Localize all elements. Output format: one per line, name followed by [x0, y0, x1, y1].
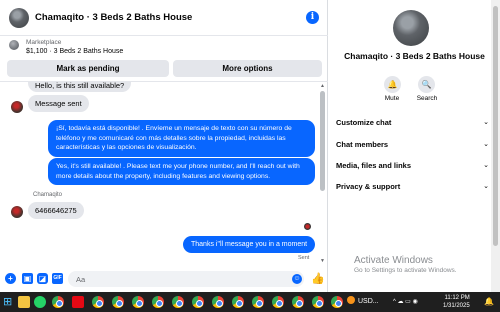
notification-bell-icon[interactable]: 🔔 — [484, 297, 494, 306]
message-english: Yes, it's still available! . Please text… — [48, 158, 315, 185]
marketplace-banner: Marketplace $1,100 · 3 Beds 2 Baths Hous… — [0, 36, 328, 82]
chrome-icon[interactable] — [252, 296, 264, 308]
currency-icon — [347, 296, 355, 304]
message-input[interactable] — [68, 271, 304, 287]
section-privacy-support[interactable]: Privacy & support ⌄ — [336, 180, 489, 194]
scroll-up-icon[interactable]: ▲ — [320, 83, 325, 89]
avatar[interactable] — [393, 10, 429, 46]
chrome-icon[interactable] — [232, 296, 244, 308]
activate-windows-watermark: Activate Windows Go to Settings to activ… — [354, 255, 457, 274]
section-label: Chat members — [336, 140, 389, 149]
chat-header: Chamaqito · 3 Beds 2 Baths House i — [0, 0, 328, 36]
scroll-down-icon[interactable]: ▼ — [320, 258, 325, 264]
bell-icon[interactable]: 🔔 — [384, 76, 401, 93]
sender-name: Chamaqito — [33, 192, 63, 198]
listing-title[interactable]: $1,100 · 3 Beds 2 Baths House — [26, 48, 123, 55]
whatsapp-icon[interactable] — [34, 296, 46, 308]
chevron-down-icon: ⌄ — [483, 119, 489, 126]
page-scrollbar[interactable] — [491, 0, 500, 292]
message-list: Hello, is this still available? Message … — [0, 82, 328, 267]
avatar[interactable] — [9, 8, 29, 28]
messenger-window: Chamaqito · 3 Beds 2 Baths House i Marke… — [0, 0, 500, 292]
chrome-icon[interactable] — [52, 296, 64, 308]
composer: + ▣ ◪ GIF ☺ 👍 — [0, 267, 328, 292]
chat-title[interactable]: Chamaqito · 3 Beds 2 Baths House — [35, 12, 192, 23]
section-label: Customize chat — [336, 118, 392, 127]
stock-widget[interactable]: USD... — [347, 296, 379, 305]
netflix-icon[interactable] — [72, 296, 84, 308]
read-receipt-avatar — [304, 223, 311, 230]
chrome-icon[interactable] — [112, 296, 124, 308]
conversation-details: Chamaqito · 3 Beds 2 Baths House 🔔 🔍 Mut… — [329, 0, 500, 292]
chrome-icon[interactable] — [312, 296, 324, 308]
chrome-icon[interactable] — [292, 296, 304, 308]
thumbs-up-icon[interactable]: 👍 — [311, 272, 325, 285]
search-label[interactable]: Search — [407, 95, 447, 102]
message-hello: Hello, is this still available? — [28, 82, 132, 92]
emoji-icon[interactable]: ☺ — [292, 274, 302, 284]
chrome-icon[interactable] — [272, 296, 284, 308]
chevron-down-icon: ⌄ — [483, 141, 489, 148]
chrome-icon[interactable] — [92, 296, 104, 308]
file-explorer-icon[interactable] — [18, 296, 30, 308]
watermark-title: Activate Windows — [354, 255, 433, 266]
mute-label[interactable]: Mute — [372, 95, 412, 102]
avatar[interactable] — [11, 206, 23, 218]
message-sent-notice: Message sent — [28, 95, 89, 112]
clock-time: 11:12 PM — [444, 295, 470, 301]
stock-label: USD... — [358, 298, 379, 305]
details-title: Chamaqito · 3 Beds 2 Baths House — [344, 51, 485, 61]
taskbar-clock[interactable]: 11:12 PM 1/31/2025 — [443, 294, 470, 310]
gif-icon[interactable]: GIF — [52, 273, 63, 284]
taskbar: ⊞ USD... ^ ☁ ▭ ◉ 11:12 PM 1/31/2025 🔔 — [0, 292, 500, 312]
marketplace-label: Marketplace — [26, 39, 62, 46]
message-phone: 6466646275 — [28, 202, 84, 219]
chevron-down-icon: ⌄ — [483, 183, 489, 190]
clock-date: 1/31/2025 — [443, 303, 470, 309]
chrome-icon[interactable] — [132, 296, 144, 308]
search-icon[interactable]: 🔍 — [418, 76, 435, 93]
chrome-icon[interactable] — [331, 296, 343, 308]
windows-start-icon[interactable]: ⊞ — [3, 295, 15, 308]
system-tray[interactable]: ^ ☁ ▭ ◉ — [393, 298, 418, 305]
section-customize-chat[interactable]: Customize chat ⌄ — [336, 116, 489, 130]
section-label: Media, files and links — [336, 161, 412, 170]
section-chat-members[interactable]: Chat members ⌄ — [336, 138, 489, 152]
watermark-subtitle: Go to Settings to activate Windows. — [354, 267, 457, 274]
listing-thumbnail[interactable] — [9, 40, 19, 50]
avatar[interactable] — [11, 101, 23, 113]
message-scrollbar[interactable]: ▲ ▼ — [320, 83, 325, 264]
section-label: Privacy & support — [336, 182, 401, 191]
chat-panel: Chamaqito · 3 Beds 2 Baths House i Marke… — [0, 0, 328, 292]
section-media-files-links[interactable]: Media, files and links ⌄ — [336, 159, 489, 173]
chrome-icon[interactable] — [212, 296, 224, 308]
photo-icon[interactable]: ▣ — [22, 273, 33, 284]
more-options-button[interactable]: More options — [173, 60, 322, 77]
sticker-icon[interactable]: ◪ — [37, 273, 48, 284]
scroll-thumb[interactable] — [320, 91, 325, 191]
chevron-down-icon: ⌄ — [483, 162, 489, 169]
mark-pending-button[interactable]: Mark as pending — [7, 60, 169, 77]
message-spanish: ¡Sí, todavía está disponible! . Envíeme … — [48, 120, 315, 157]
chrome-icon[interactable] — [152, 296, 164, 308]
info-icon[interactable]: i — [306, 11, 319, 24]
message-reply: Thanks i"ll message you in a moment — [183, 236, 316, 253]
chrome-icon[interactable] — [192, 296, 204, 308]
scroll-thumb[interactable] — [493, 6, 498, 246]
chrome-icon[interactable] — [172, 296, 184, 308]
plus-icon[interactable]: + — [5, 273, 16, 284]
sent-status: Sent — [298, 255, 310, 261]
